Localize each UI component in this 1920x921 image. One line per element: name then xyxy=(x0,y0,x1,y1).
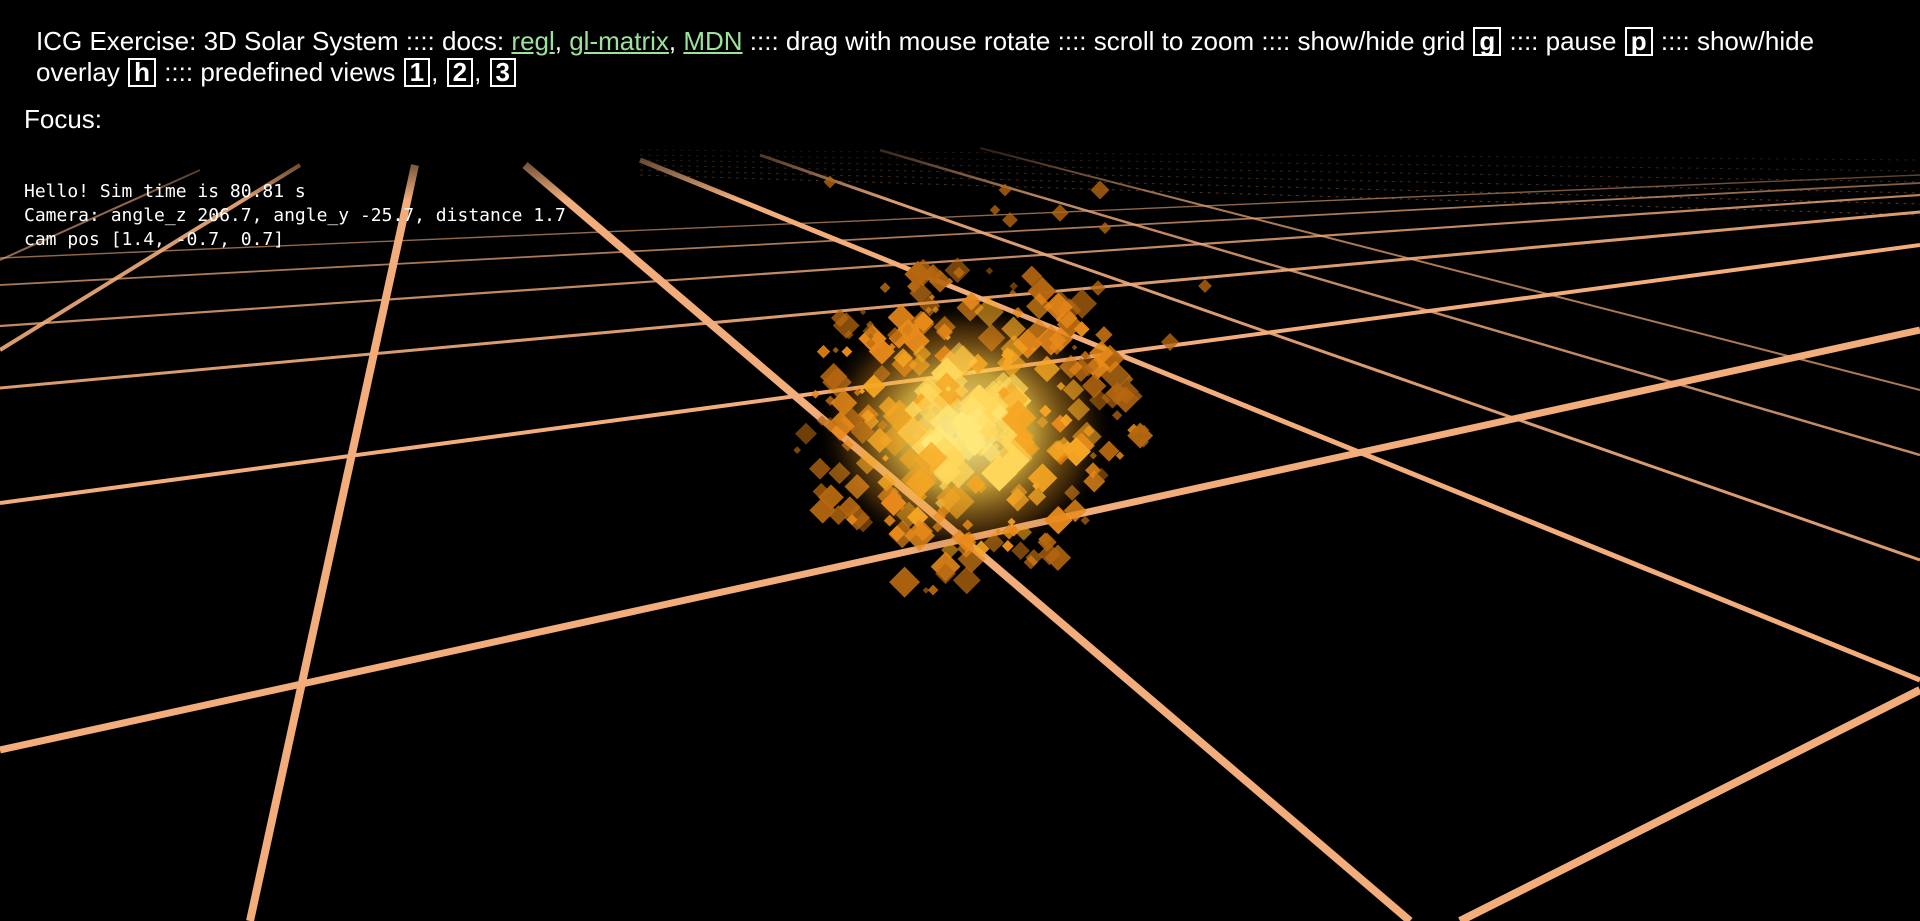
sun-particle xyxy=(952,566,981,595)
grid-key: g xyxy=(1473,27,1502,56)
pause-key: p xyxy=(1624,27,1653,56)
link-mdn[interactable]: MDN xyxy=(683,26,742,56)
sun-particle xyxy=(927,584,939,596)
zoom-hint: scroll to zoom xyxy=(1093,26,1255,56)
view-key-3: 3 xyxy=(489,58,516,87)
sun-particle xyxy=(989,204,1001,216)
grid-line xyxy=(246,164,419,921)
sun-particle xyxy=(1098,221,1112,235)
grid-line xyxy=(1458,686,1920,921)
help-text: ICG Exercise: 3D Solar System :::: docs:… xyxy=(36,26,1815,87)
sun-particle xyxy=(1009,281,1018,291)
sun-particle xyxy=(1090,280,1106,296)
sun-particle xyxy=(832,346,839,354)
overlay-sim-time: Hello! Sim time is 80.81 s xyxy=(24,181,306,202)
sun-particle xyxy=(1051,204,1069,222)
pause-hint: pause xyxy=(1545,26,1617,56)
app-title: ICG Exercise: 3D Solar System xyxy=(36,26,399,56)
debug-overlay: Hello! Sim time is 80.81 s Camera: angle_… xyxy=(24,180,566,252)
sun-particle xyxy=(1198,279,1212,293)
link-gl-matrix[interactable]: gl-matrix xyxy=(569,26,669,56)
view-key-1: 1 xyxy=(403,58,431,87)
focus-label: Focus: xyxy=(24,104,103,134)
sun-particle xyxy=(793,446,802,454)
grid-hint: show/hide grid xyxy=(1297,26,1466,56)
scene xyxy=(0,130,1920,921)
sun-particle xyxy=(985,267,994,275)
views-hint: predefined views xyxy=(200,57,396,87)
sun-particle xyxy=(795,422,817,445)
sun-particle xyxy=(1080,515,1090,526)
sun-particle xyxy=(1095,326,1113,344)
docs-label: docs: xyxy=(442,26,505,56)
overlay-camera: Camera: angle_z 206.7, angle_y -25.7, di… xyxy=(24,205,566,226)
sun-particle xyxy=(889,566,921,598)
sun-particle xyxy=(879,282,891,294)
link-regl[interactable]: regl xyxy=(511,26,554,56)
overlay-key: h xyxy=(128,58,156,87)
rotate-hint: drag with mouse rotate xyxy=(785,26,1051,56)
webgl-canvas[interactable]: ICG Exercise: 3D Solar System :::: docs:… xyxy=(0,0,1920,921)
sun-particle xyxy=(816,344,831,359)
overlay-cam-pos: cam pos [1.4, -0.7, 0.7] xyxy=(24,229,285,250)
view-key-2: 2 xyxy=(446,58,474,87)
